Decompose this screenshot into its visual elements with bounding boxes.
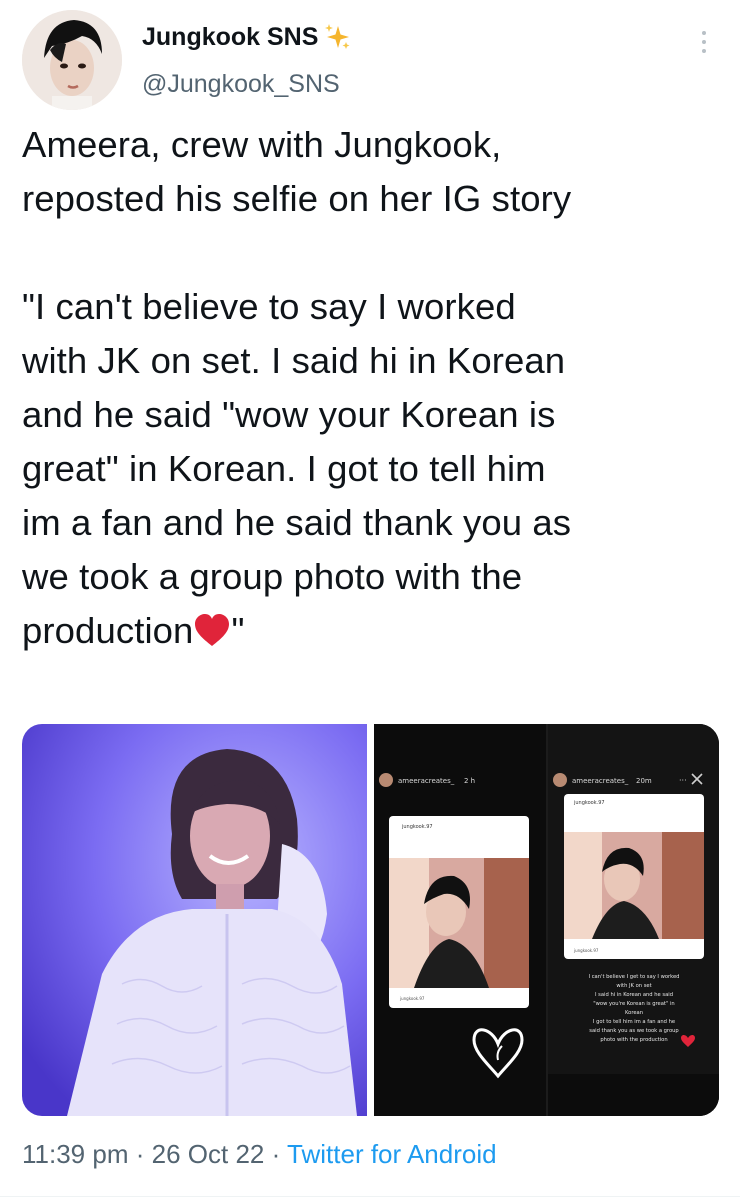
- tweet-time[interactable]: 11:39 pm: [22, 1139, 128, 1169]
- story-caption-line: photo with the production: [600, 1037, 667, 1043]
- portrait-image: [22, 724, 367, 1116]
- story-right-more: ···: [679, 776, 687, 785]
- tweet-line: great" in Korean. I got to tell him: [22, 448, 546, 489]
- story-caption-line: I can't believe I get to say I worked: [589, 974, 680, 980]
- tweet-line: and he said "wow your Korean is: [22, 394, 556, 435]
- story-screenshots-image: ameeracreates_ 2 h jungkook.97 jungkook.…: [374, 724, 719, 1116]
- story-caption-line: Korean: [625, 1010, 643, 1016]
- tweet-line: with JK on set. I said hi in Korean: [22, 340, 566, 381]
- story-right-caption-user: jungkook.97: [573, 948, 599, 953]
- story-caption-line: said thank you as we took a group: [589, 1028, 679, 1034]
- footer-separator: ·: [271, 1139, 281, 1169]
- more-dot: [702, 40, 706, 44]
- story-left-username: ameeracreates_: [398, 777, 455, 785]
- tweet-line: Ameera, crew with Jungkook,: [22, 124, 502, 165]
- tweet-date[interactable]: 26 Oct 22: [152, 1139, 265, 1169]
- story-right-post-user: jungkook.97: [573, 800, 605, 806]
- tweet-header: Jungkook SNS @Jungkook_SNS: [0, 0, 740, 116]
- story-left-post-user: jungkook.97: [401, 824, 433, 830]
- photo-portrait[interactable]: [22, 724, 367, 1116]
- tweet-text: Ameera, crew with Jungkook, reposted his…: [22, 118, 722, 658]
- story-caption-line: I got to tell him im a fan and he: [593, 1019, 675, 1025]
- tweet-line: im a fan and he said thank you as: [22, 502, 572, 543]
- sparkles-icon: [325, 24, 350, 49]
- more-dot: [702, 49, 706, 53]
- story-caption-line: "wow you're Korean is great" in: [593, 1001, 674, 1007]
- display-name[interactable]: Jungkook SNS: [142, 23, 318, 52]
- more-options-icon[interactable]: [692, 24, 716, 60]
- story-right-time: 20m: [636, 777, 652, 785]
- footer-separator: ·: [135, 1139, 145, 1169]
- tweet-last-line: production ": [22, 604, 722, 658]
- tweet-footer: 11:39 pm · 26 Oct 22 · Twitter for Andro…: [22, 1139, 497, 1170]
- story-left-caption-user: jungkook.97: [399, 996, 425, 1001]
- story-caption-line: with JK on set: [616, 983, 651, 989]
- user-handle[interactable]: @Jungkook_SNS: [142, 70, 340, 99]
- red-heart-emoji: [195, 614, 230, 646]
- more-dot: [702, 31, 706, 35]
- tweet-source-link[interactable]: Twitter for Android: [287, 1139, 497, 1169]
- avatar[interactable]: [22, 10, 122, 110]
- tweet-line: "I can't believe to say I worked: [22, 286, 516, 327]
- tweet-quote-end: ": [231, 610, 245, 651]
- story-right-username: ameeracreates_: [572, 777, 629, 785]
- name-row: Jungkook SNS: [142, 22, 352, 52]
- divider: [0, 1196, 740, 1197]
- avatar-image: [22, 10, 122, 110]
- tweet-line: we took a group photo with the: [22, 556, 523, 597]
- tweet-line: production: [22, 610, 194, 651]
- media-grid: ameeracreates_ 2 h jungkook.97 jungkook.…: [22, 724, 719, 1116]
- photo-story-screenshots[interactable]: ameeracreates_ 2 h jungkook.97 jungkook.…: [374, 724, 719, 1116]
- story-left-time: 2 h: [464, 777, 475, 785]
- story-caption-line: I said hi in Korean and he said: [595, 992, 673, 998]
- tweet-line: reposted his selfie on her IG story: [22, 178, 572, 219]
